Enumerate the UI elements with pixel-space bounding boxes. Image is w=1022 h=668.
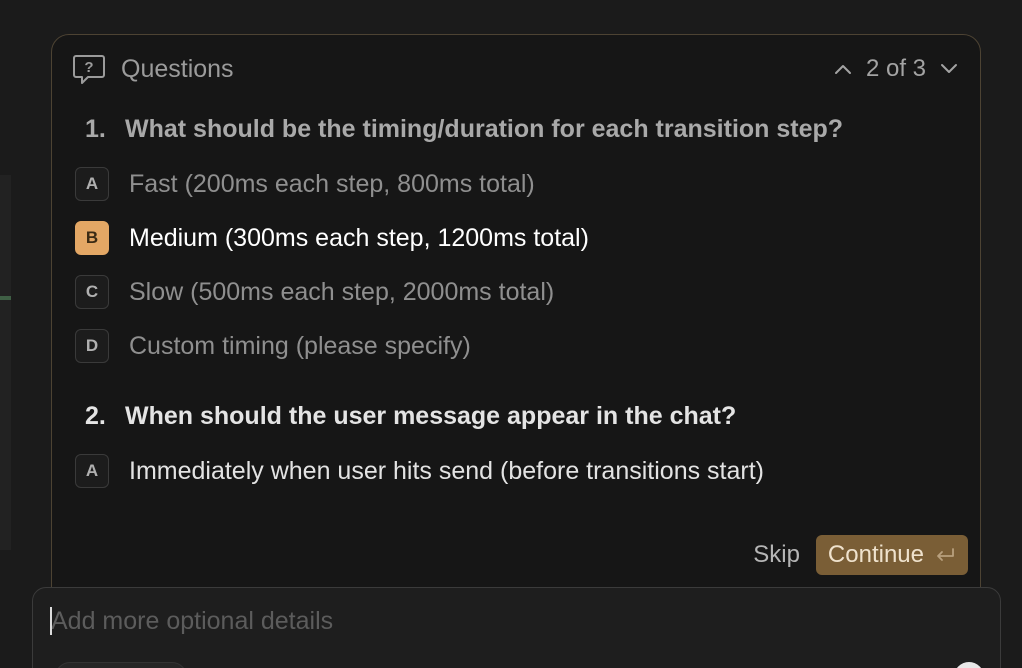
option-key-selected: B: [75, 221, 109, 255]
questions-header: ? Questions 2 of 3: [72, 53, 960, 85]
side-panel-indicator: [0, 296, 11, 300]
option-key: A: [75, 454, 109, 488]
details-input[interactable]: [49, 604, 951, 638]
option-q1-a[interactable]: A Fast (200ms each step, 800ms total): [75, 165, 535, 203]
continue-button[interactable]: Continue: [815, 535, 968, 575]
composer: [32, 587, 1001, 668]
question-number: 1.: [85, 115, 106, 143]
chevron-up-icon[interactable]: [832, 58, 854, 80]
page: ? Questions 2 of 3 1. What should be the …: [0, 0, 1022, 668]
question-2-title: 2. When should the user message appear in…: [85, 402, 736, 431]
skip-button[interactable]: Skip: [753, 537, 800, 573]
option-q2-a[interactable]: A Immediately when user hits send (befor…: [75, 452, 764, 490]
option-key: A: [75, 167, 109, 201]
question-actions: Skip Continue: [753, 535, 968, 575]
continue-label: Continue: [827, 541, 924, 568]
question-text: When should the user message appear in t…: [125, 402, 737, 430]
option-label: Medium (300ms each step, 1200ms total): [129, 223, 589, 252]
questions-title: Questions: [121, 54, 234, 83]
question-pager: 2 of 3: [832, 55, 960, 83]
question-text: What should be the timing/duration for e…: [125, 115, 844, 143]
option-key: C: [75, 275, 109, 309]
option-label: Immediately when user hits send (before …: [129, 456, 764, 485]
option-key: D: [75, 329, 109, 363]
composer-send-button[interactable]: [954, 662, 984, 668]
svg-text:?: ?: [84, 59, 93, 76]
questions-card: ? Questions 2 of 3 1. What should be the …: [51, 34, 981, 634]
chevron-down-icon[interactable]: [938, 58, 960, 80]
composer-pill-button[interactable]: [55, 662, 187, 668]
option-q1-d[interactable]: D Custom timing (please specify): [75, 327, 471, 365]
question-1-title: 1. What should be the timing/duration for…: [85, 115, 843, 144]
text-caret: [50, 607, 52, 635]
option-label: Slow (500ms each step, 2000ms total): [129, 277, 555, 306]
side-panel-edge: [0, 175, 11, 550]
option-q1-b[interactable]: B Medium (300ms each step, 1200ms total): [75, 219, 589, 257]
return-icon: [934, 547, 956, 563]
option-label: Fast (200ms each step, 800ms total): [129, 169, 535, 198]
option-label: Custom timing (please specify): [129, 331, 471, 360]
question-bubble-icon: ?: [72, 53, 106, 85]
option-q1-c[interactable]: C Slow (500ms each step, 2000ms total): [75, 273, 554, 311]
pager-label: 2 of 3: [865, 55, 926, 82]
question-number: 2.: [85, 402, 106, 430]
